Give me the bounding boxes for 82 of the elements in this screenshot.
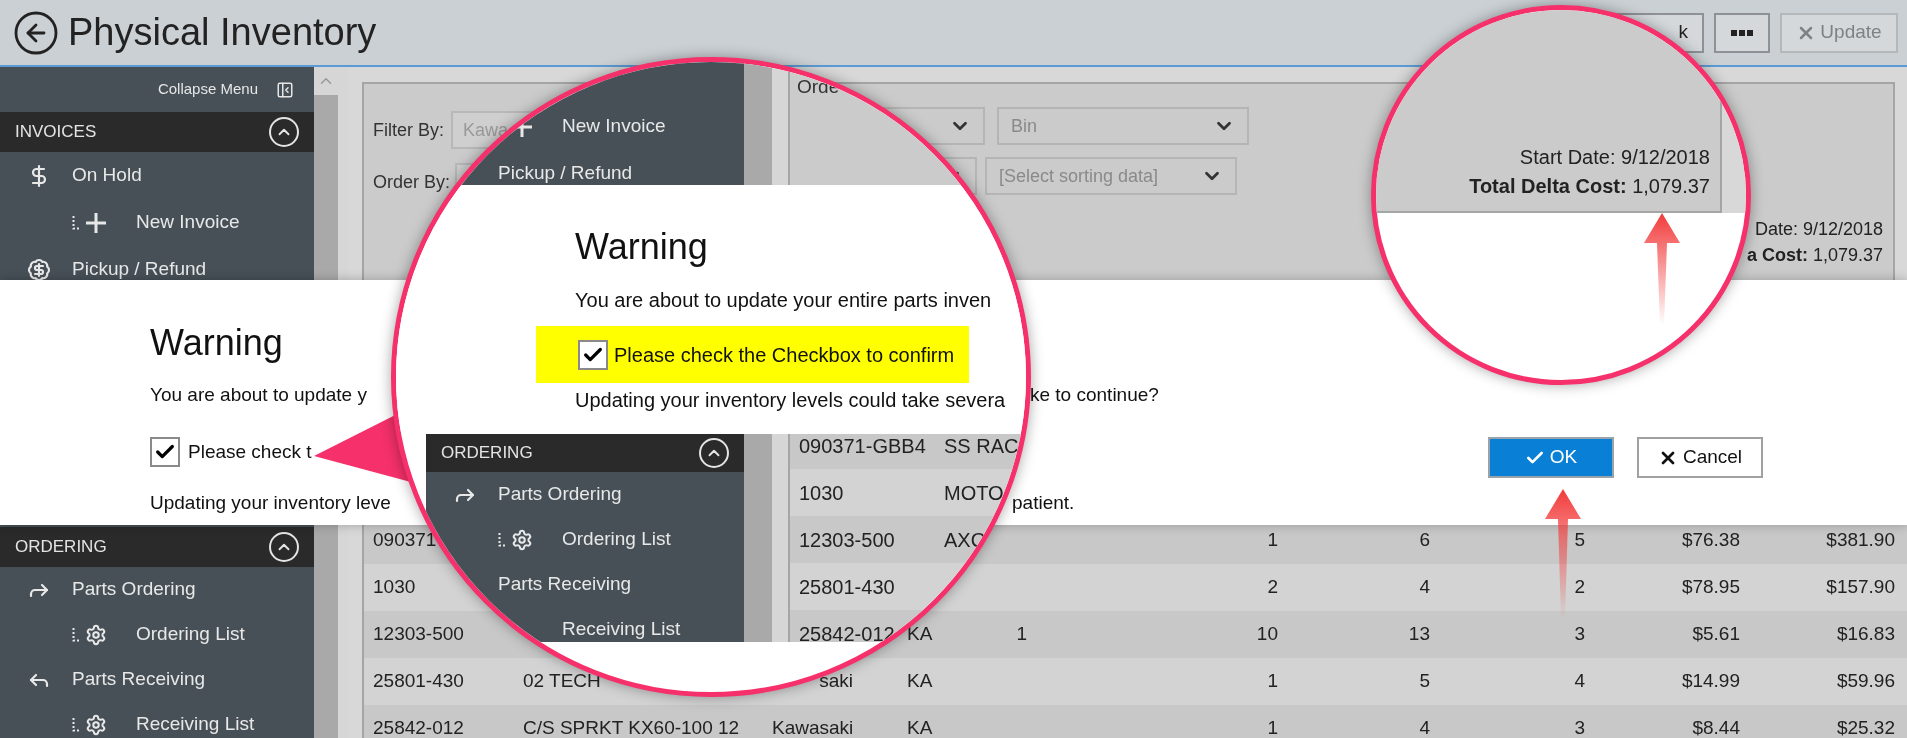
table-cell: 1 [1267,717,1278,738]
table-cell: 1 [1267,529,1278,551]
table-cell: 4 [1419,717,1430,738]
table-cell: Kawasaki [772,717,854,738]
table-cell: 25801-430 [799,575,895,598]
table-cell: saki [819,670,853,692]
table-cell: $25.32 [1836,717,1895,738]
ok-button[interactable]: OK [1488,437,1614,478]
table-cell: 090371 [373,529,437,551]
table-cell: 3 [1574,623,1585,645]
order-label: Order By: [373,170,452,194]
menu-item[interactable]: Parts Ordering [498,480,622,509]
menu-item[interactable]: Ordering List [136,620,245,649]
filter-label: Filter By: [373,118,445,142]
start-date: Date: 9/12/2018 [1754,218,1883,241]
menu-item[interactable]: Ordering List [562,525,671,554]
section-title: INVOICES [15,121,97,144]
table-cell: 4 [1574,670,1585,692]
table-cell: 1030 [373,576,416,598]
table-cell: SS RAC [944,434,1019,457]
table-cell: KA [907,670,933,692]
dialog-message: Updating your inventory leve [150,491,391,513]
table-cell: 13 [1408,623,1430,645]
dialog-title: Warning [575,225,708,269]
total-delta-cost: a Cost: 1,079.37 [1746,244,1883,267]
dialog-message: You are about to update your entire parts inven [575,288,992,311]
table-cell: 4 [1419,576,1430,598]
table-cell: $78.95 [1681,576,1740,598]
table-cell: C/S SPRKT KX60-100 12 [523,717,740,738]
table-cell: KA [907,717,933,738]
table-cell: 02 TECH [523,670,601,692]
table-cell: $76.38 [1681,529,1740,551]
table-cell: 12303-500 [799,528,895,551]
table-cell: $381.90 [1826,529,1895,551]
table-cell: 10 [1256,623,1278,645]
table-cell: $5.61 [1692,623,1740,645]
menu-item[interactable]: Parts Ordering [72,575,196,604]
table-cell: 2 [1267,576,1278,598]
table-cell: $16.83 [1836,623,1895,645]
checkbox-label: Please check t [188,439,312,464]
table-cell: 25801-430 [373,670,464,692]
menu-item[interactable]: Pickup / Refund [498,159,633,185]
cancel-button[interactable]: Cancel [1637,437,1763,478]
table-cell: 2 [1574,576,1585,598]
dialog-message: patient. [1012,490,1075,515]
dialog-message: ke to continue? [1030,382,1159,407]
table-cell: MOTO [944,481,1004,504]
table-cell: $59.96 [1836,670,1895,692]
table-cell: KA [907,623,933,645]
checkbox-label: Please check the Checkbox to confirm [614,342,955,368]
table-cell: 25842-012 [799,622,895,642]
dialog-message: You are about to update y [150,383,367,405]
table-cell: $8.44 [1692,717,1740,738]
collapse-menu-link[interactable]: Collapse Menu [157,78,258,101]
dialog-title: Warning [150,321,283,365]
table-cell: 12303-500 [373,623,464,645]
table-cell: 5 [1419,670,1430,692]
page-title: Physical Inventory [68,10,377,55]
total-delta-cost: Total Delta Cost: 1,079.37 [1469,174,1710,199]
menu-item[interactable]: New Invoice [562,112,666,141]
menu-item[interactable]: Parts Receiving [498,570,632,599]
table-cell: 5 [1574,529,1585,551]
table-cell: $14.99 [1681,670,1740,692]
table-cell: 1030 [799,481,844,504]
table-cell: 6 [1419,529,1430,551]
menu-item[interactable]: Receiving List [136,710,255,738]
menu-item[interactable]: New Invoice [136,208,240,237]
menu-item[interactable]: On Hold [72,161,142,190]
section-title: ORDERING [15,536,107,559]
menu-item[interactable]: Receiving List [562,615,681,642]
menu-item[interactable]: Parts Receiving [72,665,206,694]
table-cell: 1 [1267,670,1278,692]
dialog-message: Updating your inventory levels could take severa [575,388,1006,409]
table-cell: 090371-GBB4 [799,434,926,457]
table-cell: 25842-012 [373,717,464,738]
menu-item[interactable]: Pickup / Refund [72,255,207,280]
section-title: ORDERING [441,442,533,465]
table-cell: 3 [1574,717,1585,738]
table-cell: 1 [1016,623,1027,645]
table-cell: $157.90 [1826,576,1895,598]
start-date: Start Date: 9/12/2018 [1519,145,1710,170]
table-row[interactable]: 25842-012 C/S SPRKT KX60-100 12 Kawasaki KA 1 4 3 $8.44 $25.32 [364,705,1907,738]
